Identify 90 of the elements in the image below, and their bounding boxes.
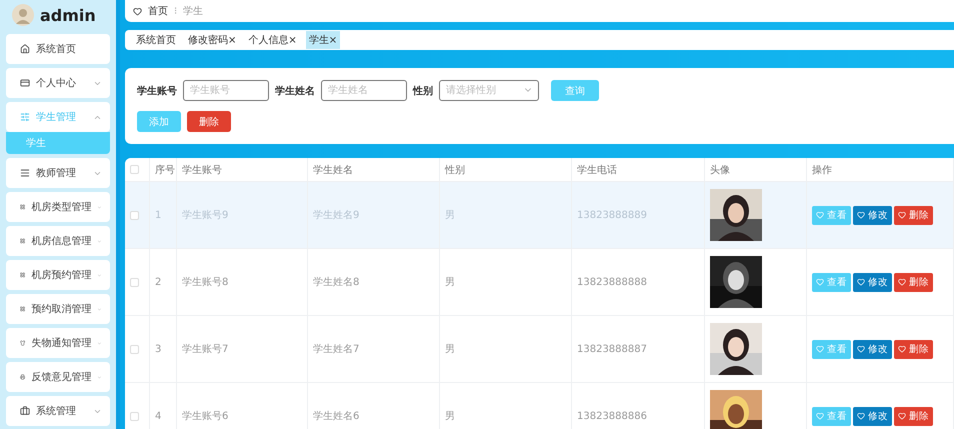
avatar-icon [12, 4, 34, 26]
tab[interactable]: 学生× [306, 31, 340, 49]
table-cell: 13823888889 [572, 182, 705, 248]
table-cell: 学生姓名6 [308, 383, 440, 429]
column-header: 性别 [440, 158, 572, 181]
table-cell: 13823888887 [572, 316, 705, 382]
heart-icon [816, 278, 824, 286]
heart-icon [898, 211, 906, 219]
heart-icon [133, 6, 142, 16]
action-button[interactable]: 修改 [853, 206, 892, 224]
sidebar-item[interactable]: 教师管理 [6, 158, 110, 188]
heart-icon [816, 345, 824, 353]
column-header: 学生账号 [177, 158, 308, 181]
user-name: admin [40, 6, 96, 24]
column-header: 头像 [705, 158, 807, 181]
heart-icon [816, 412, 824, 420]
heart-icon [857, 345, 865, 353]
action-button[interactable]: 删除 [894, 340, 933, 358]
breadcrumb-link[interactable]: 学生 [183, 4, 204, 18]
house-icon [20, 44, 30, 54]
table-cell: 13823888886 [572, 383, 705, 429]
column-header: 操作 [807, 158, 954, 181]
table-cell: 男 [440, 383, 572, 429]
sidebar-item[interactable]: 预约取消管理 [6, 294, 110, 324]
table-cell: 13823888888 [572, 249, 705, 315]
breadcrumb-separator: ⁝ [174, 6, 178, 16]
checkbox[interactable] [130, 210, 139, 220]
sidebar-item[interactable]: 系统管理 [6, 396, 110, 426]
input-field[interactable]: 学生姓名 [321, 80, 407, 101]
sidebar-item[interactable]: 系统首页 [6, 34, 110, 64]
checkbox[interactable] [130, 344, 139, 354]
shirt-icon [20, 338, 26, 348]
sidebar-item[interactable]: 失物通知管理 [6, 328, 110, 358]
grid-icon [20, 270, 26, 280]
action-button[interactable]: 删除 [894, 406, 933, 426]
card-icon [20, 78, 30, 88]
table-cell: 1 [150, 182, 177, 248]
sliders-icon [20, 112, 30, 122]
grid-icon [20, 304, 26, 314]
heart-icon [898, 345, 906, 353]
sidebar-item[interactable]: 反馈意见管理 [6, 362, 110, 392]
list-icon [20, 168, 30, 178]
table-cell: 2 [150, 249, 177, 315]
input-field[interactable]: 学生账号 [183, 80, 269, 101]
printer-icon [20, 372, 26, 382]
table-cell: 3 [150, 316, 177, 382]
grid-icon [20, 202, 26, 212]
sidebar-item[interactable]: 机房预约管理 [6, 260, 110, 290]
table-cell: 4 [150, 383, 177, 429]
table-cell: 男 [440, 316, 572, 382]
select-field[interactable]: 请选择性别 [439, 80, 539, 101]
field-label: 学生姓名 [275, 84, 315, 98]
heart-icon [857, 412, 865, 420]
table-cell: 学生账号8 [177, 249, 308, 315]
table-cell: 学生账号9 [177, 182, 308, 248]
table-cell: 学生姓名9 [308, 182, 440, 248]
field-label: 性别 [413, 84, 433, 98]
breadcrumb-link[interactable]: 首页 [148, 4, 168, 18]
action-button[interactable]: 修改 [853, 340, 892, 358]
action-button[interactable]: 修改 [853, 406, 892, 426]
table-cell: 男 [440, 249, 572, 315]
sidebar-item[interactable]: 机房类型管理 [6, 192, 110, 222]
action-button[interactable]: 修改 [853, 272, 892, 292]
briefcase-icon [20, 406, 30, 416]
checkbox[interactable] [130, 165, 139, 174]
table-cell: 学生姓名8 [308, 249, 440, 315]
action-button[interactable]: 删除 [894, 272, 933, 292]
heart-icon [857, 278, 865, 286]
table-cell: 学生账号7 [177, 316, 308, 382]
heart-icon [816, 211, 824, 219]
table-cell: 学生姓名7 [308, 316, 440, 382]
column-header: 学生电话 [572, 158, 705, 181]
tab[interactable]: 系统首页 [133, 31, 179, 49]
checkbox[interactable] [130, 278, 139, 286]
delete-button[interactable]: 删除 [187, 111, 231, 132]
grid-icon [20, 236, 26, 246]
sidebar-item[interactable]: 机房信息管理 [6, 226, 110, 256]
heart-icon [898, 278, 906, 286]
heart-icon [898, 412, 906, 420]
field-label: 学生账号 [137, 84, 177, 98]
table-cell: 学生账号6 [177, 383, 308, 429]
tab[interactable]: 修改密码× [185, 31, 240, 49]
table-cell: 男 [440, 182, 572, 248]
checkbox[interactable] [130, 412, 139, 420]
sidebar-item[interactable]: 个人中心 [6, 68, 110, 98]
column-header: 学生姓名 [308, 158, 440, 181]
tab[interactable]: 个人信息× [245, 31, 300, 49]
heart-icon [857, 211, 865, 219]
action-button[interactable]: 删除 [894, 206, 933, 224]
column-header: 序号 [150, 158, 177, 181]
